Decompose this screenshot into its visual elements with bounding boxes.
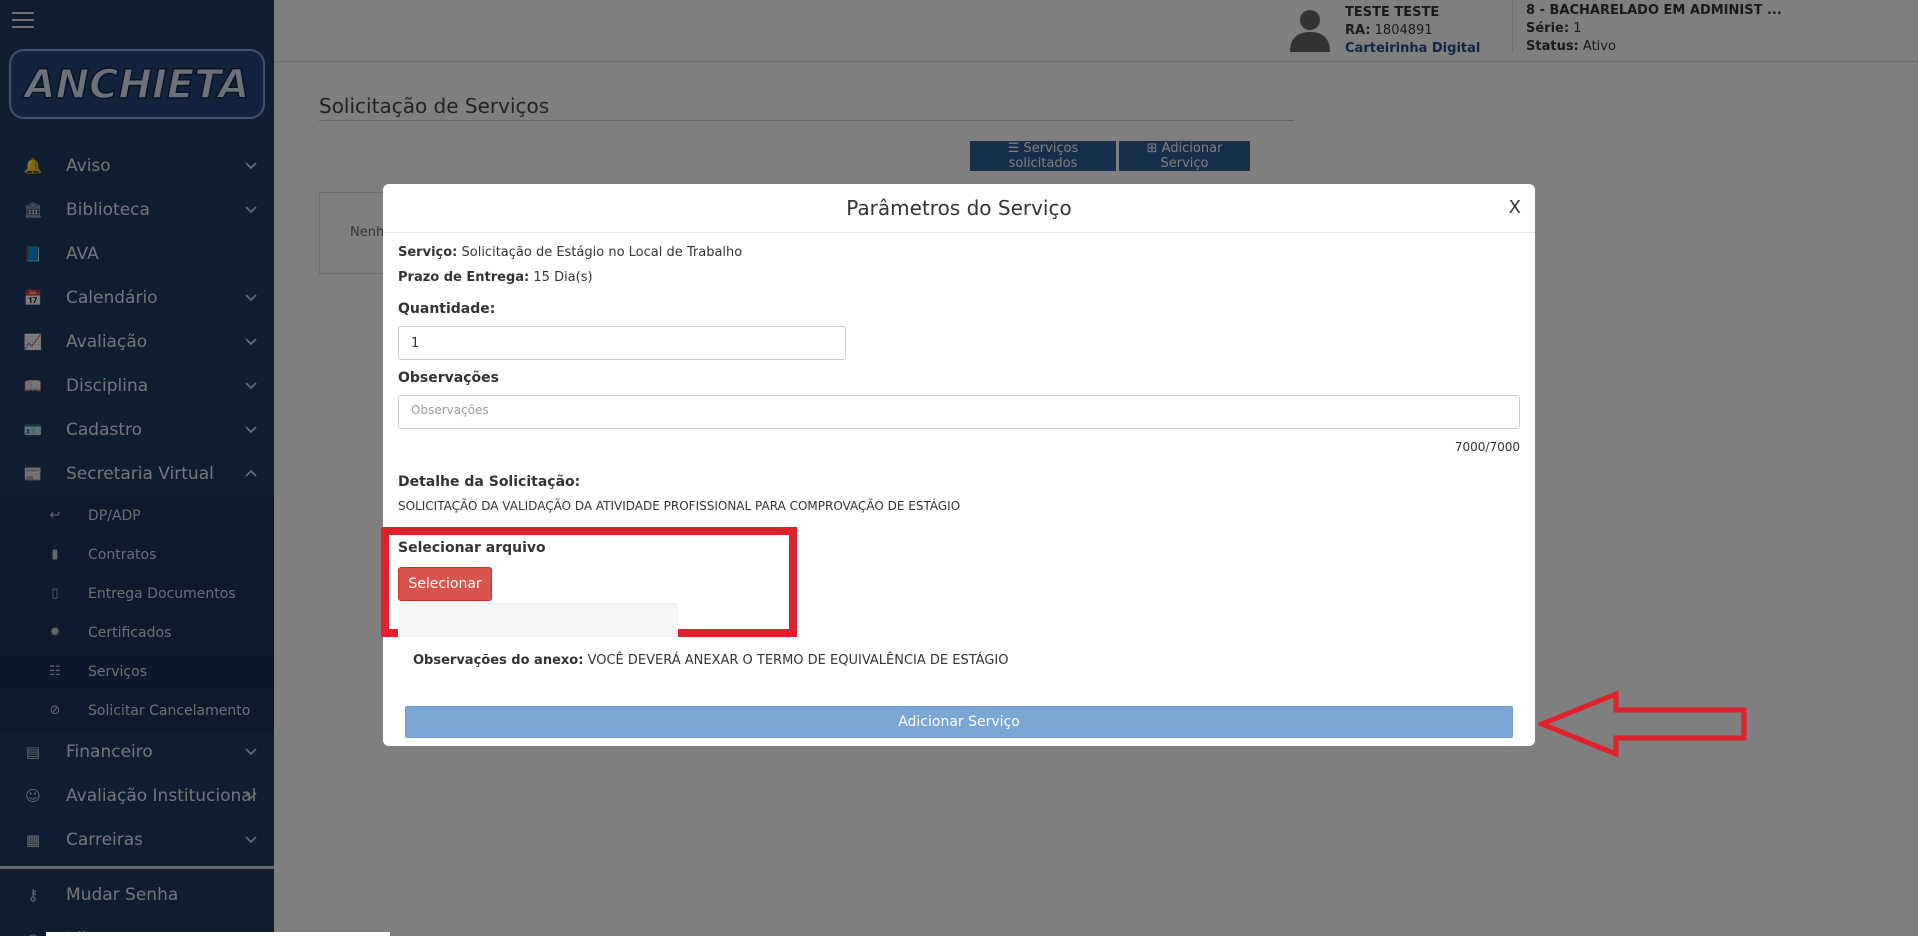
bottom-strip: [46, 932, 390, 936]
service-value: Solicitação de Estágio no Local de Traba…: [461, 245, 743, 260]
char-counter: 7000/7000: [1454, 440, 1520, 454]
service-line: Serviço: Solicitação de Estágio no Local…: [398, 245, 742, 260]
deadline-value: 15 Dia(s): [533, 270, 593, 285]
attachment-notes-value: VOCÊ DEVERÁ ANEXAR O TERMO DE EQUIVALÊNC…: [587, 653, 1009, 668]
deadline-label: Prazo de Entrega:: [398, 270, 530, 285]
add-service-submit-button[interactable]: Adicionar Serviço: [405, 706, 1513, 738]
modal-title: Parâmetros do Serviço: [846, 196, 1072, 220]
service-label: Serviço:: [398, 245, 458, 260]
quantity-input[interactable]: [398, 326, 846, 360]
service-parameters-modal: Parâmetros do Serviço X Serviço: Solicit…: [381, 184, 1535, 746]
attachment-notes-label: Observações do anexo:: [413, 653, 584, 668]
annotation-arrow-icon: [1538, 690, 1747, 758]
modal-close-button[interactable]: X: [1509, 197, 1521, 218]
file-label: Selecionar arquivo: [398, 540, 546, 556]
selected-file-display: [398, 603, 678, 637]
observations-label: Observações: [398, 370, 499, 386]
detail-label: Detalhe da Solicitação:: [398, 474, 581, 490]
quantity-label: Quantidade:: [398, 301, 496, 317]
detail-value: SOLICITAÇÃO DA VALIDAÇÃO DA ATIVIDADE PR…: [398, 499, 961, 513]
select-file-button[interactable]: Selecionar: [398, 567, 492, 601]
observations-textarea[interactable]: [398, 395, 1520, 429]
attachment-notes-line: Observações do anexo: VOCÊ DEVERÁ ANEXAR…: [413, 653, 1008, 668]
deadline-line: Prazo de Entrega: 15 Dia(s): [398, 270, 593, 285]
modal-header: Parâmetros do Serviço X: [383, 184, 1535, 233]
